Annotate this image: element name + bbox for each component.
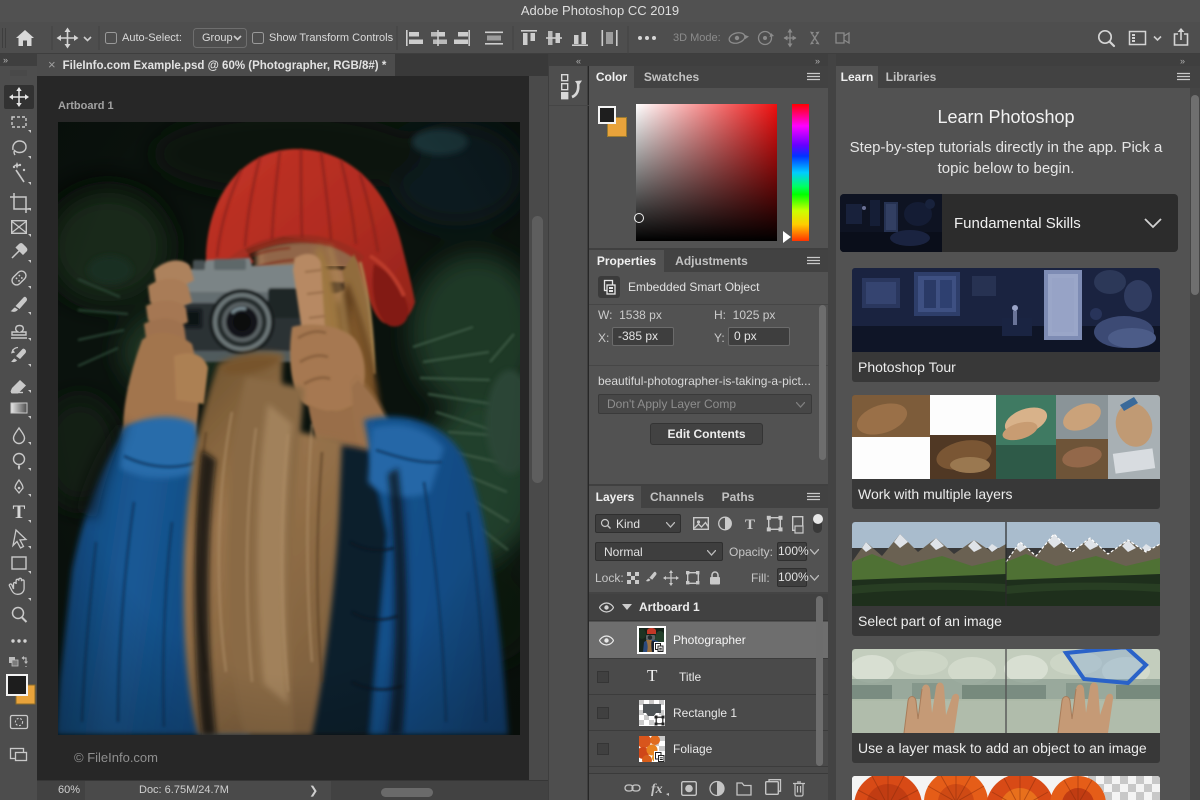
svg-text:T: T (13, 502, 26, 523)
svg-text:fx: fx (651, 782, 663, 797)
svg-text:T: T (745, 517, 755, 533)
